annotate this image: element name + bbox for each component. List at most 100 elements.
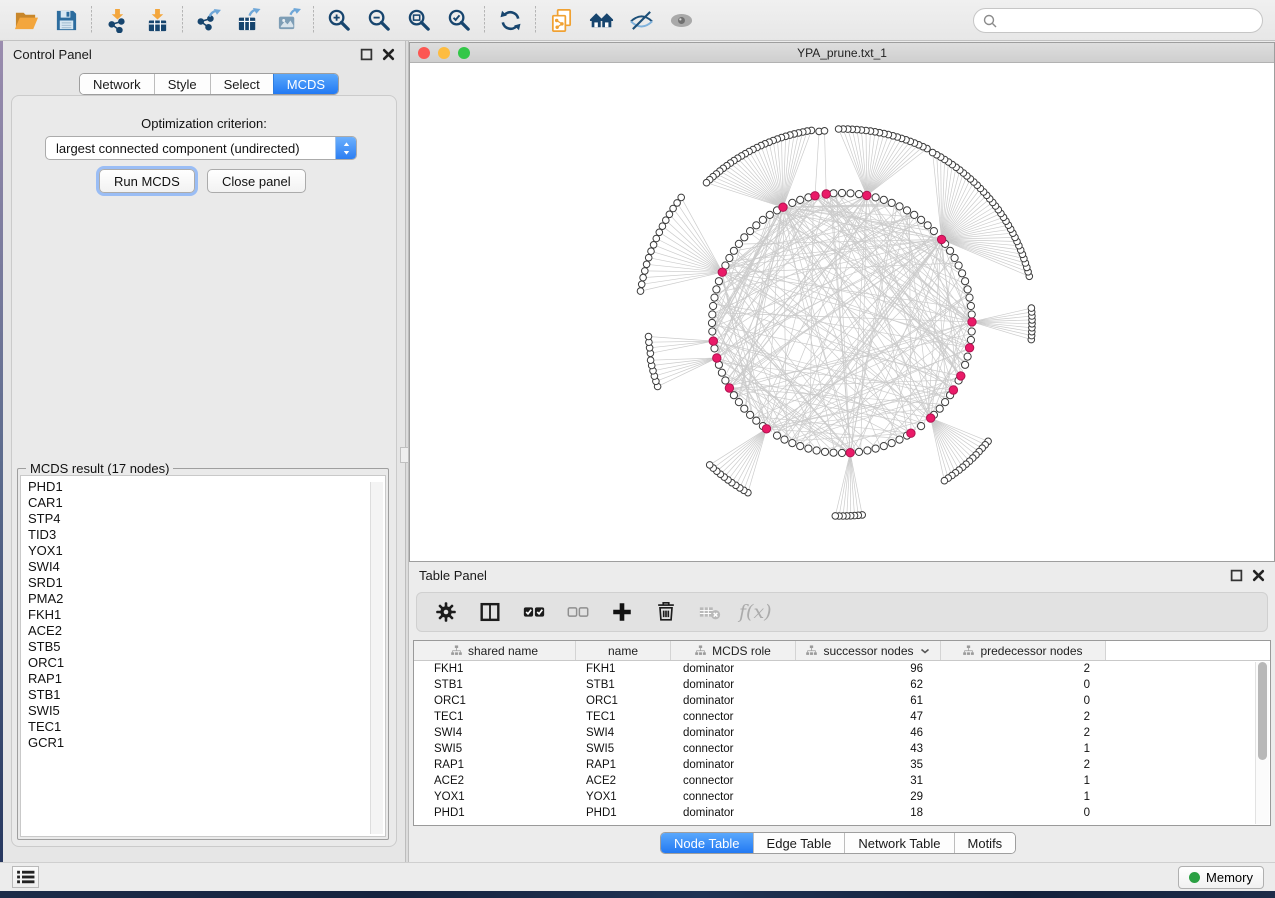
tab-mcds[interactable]: MCDS [273,74,338,94]
mcds-result-node[interactable]: TID3 [28,527,385,543]
mcds-result-node[interactable]: TEC1 [28,719,385,735]
table-row[interactable]: ACE2ACE2connector311 [414,773,1270,789]
mcds-result-node[interactable]: SRD1 [28,575,385,591]
mcds-result-node[interactable]: STB1 [28,687,385,703]
column-header-predecessor-nodes[interactable]: predecessor nodes [941,641,1106,660]
window-minimize-traffic-icon[interactable] [438,47,450,59]
close-icon[interactable] [1252,569,1265,582]
mcds-result-node[interactable]: STP4 [28,511,385,527]
mcds-result-node[interactable]: YOX1 [28,543,385,559]
show-graphics-icon[interactable] [661,4,701,36]
table-row[interactable]: ORC1ORC1dominator610 [414,693,1270,709]
table-settings-gear-icon[interactable] [431,597,461,627]
mcds-result-node[interactable]: RAP1 [28,671,385,687]
table-cell: RAP1 [576,759,671,771]
table-cell: YOX1 [414,791,576,803]
table-row[interactable]: SWI5SWI5connector431 [414,741,1270,757]
table-cell: 31 [796,775,941,787]
tab-node-table[interactable]: Node Table [661,833,753,853]
delete-row-trash-icon[interactable] [651,597,681,627]
table-cell: 35 [796,759,941,771]
table-row[interactable]: SWI4SWI4dominator462 [414,725,1270,741]
neighbors-icon[interactable] [581,4,621,36]
tab-select[interactable]: Select [210,74,273,94]
export-image-icon[interactable] [268,4,308,36]
tab-network-table[interactable]: Network Table [844,833,953,853]
table-row[interactable]: RAP1RAP1dominator352 [414,757,1270,773]
result-list-scrollbar[interactable] [370,482,383,834]
mcds-result-node[interactable]: PMA2 [28,591,385,607]
column-header-shared-name[interactable]: shared name [414,641,576,660]
unselect-all-columns-icon[interactable] [563,597,593,627]
table-cell: SWI4 [576,727,671,739]
table-row[interactable]: FKH1FKH1dominator962 [414,661,1270,677]
hide-graphics-icon[interactable] [621,4,661,36]
save-session-icon[interactable] [46,4,86,36]
column-header-successor-nodes[interactable]: successor nodes [796,641,941,660]
table-cell: connector [671,775,796,787]
tab-style[interactable]: Style [154,74,210,94]
table-row[interactable]: TEC1TEC1connector472 [414,709,1270,725]
table-cell: dominator [671,807,796,819]
mcds-result-node[interactable]: SWI5 [28,703,385,719]
network-graph-canvas[interactable] [410,63,1274,561]
table-cell: STB1 [414,679,576,691]
open-file-icon[interactable] [6,4,46,36]
mcds-result-node[interactable]: FKH1 [28,607,385,623]
run-mcds-button[interactable]: Run MCDS [99,169,195,193]
zoom-fit-icon[interactable] [399,4,439,36]
select-all-columns-icon[interactable] [519,597,549,627]
table-cell: YOX1 [576,791,671,803]
add-column-icon[interactable] [607,597,637,627]
hierarchy-icon [695,645,706,656]
mcds-result-node[interactable]: CAR1 [28,495,385,511]
column-header-MCDS-role[interactable]: MCDS role [671,641,796,660]
close-icon[interactable] [382,48,395,61]
zoom-out-icon[interactable] [359,4,399,36]
table-cell: PHD1 [576,807,671,819]
show-column-icon[interactable] [475,597,505,627]
tab-motifs[interactable]: Motifs [954,833,1016,853]
column-header-name[interactable]: name [576,641,671,660]
import-network-icon[interactable] [97,4,137,36]
memory-button[interactable]: Memory [1178,866,1264,889]
table-scrollbar[interactable] [1255,662,1269,824]
table-row[interactable]: YOX1YOX1connector291 [414,789,1270,805]
zoom-selected-icon[interactable] [439,4,479,36]
task-history-list-icon[interactable] [12,866,39,888]
table-cell: 1 [941,743,1106,755]
main-toolbar [0,0,1275,41]
mcds-result-node[interactable]: ORC1 [28,655,385,671]
table-cell: 18 [796,807,941,819]
zoom-in-icon[interactable] [319,4,359,36]
desktop-wallpaper-bottom [0,891,1275,898]
table-row[interactable]: STB1STB1dominator620 [414,677,1270,693]
clone-network-icon[interactable] [541,4,581,36]
mcds-result-group: MCDS result (17 nodes) PHD1CAR1STP4TID3Y… [17,468,389,840]
export-network-icon[interactable] [188,4,228,36]
status-bar: Memory [0,862,1275,891]
mcds-result-node[interactable]: STB5 [28,639,385,655]
export-table-icon[interactable] [228,4,268,36]
mcds-result-node[interactable]: SWI4 [28,559,385,575]
splitter-handle[interactable] [400,447,409,463]
window-close-traffic-icon[interactable] [418,47,430,59]
window-maximize-traffic-icon[interactable] [458,47,470,59]
close-panel-button[interactable]: Close panel [207,169,306,193]
table-cell: ORC1 [414,695,576,707]
table-row[interactable]: PHD1PHD1dominator180 [414,805,1270,821]
float-window-icon[interactable] [1230,569,1243,582]
network-titlebar[interactable]: YPA_prune.txt_1 [410,43,1274,63]
tab-edge-table[interactable]: Edge Table [753,833,845,853]
refresh-icon[interactable] [490,4,530,36]
search-input[interactable] [998,11,1262,31]
mcds-result-node[interactable]: PHD1 [28,479,385,495]
table-cell: ACE2 [414,775,576,787]
import-table-icon[interactable] [137,4,177,36]
tab-network[interactable]: Network [80,74,154,94]
mcds-result-node[interactable]: ACE2 [28,623,385,639]
mcds-result-node[interactable]: GCR1 [28,735,385,751]
float-window-icon[interactable] [360,48,373,61]
criterion-dropdown[interactable]: largest connected component (undirected) [45,136,357,160]
table-scrollbar-thumb[interactable] [1258,662,1267,760]
